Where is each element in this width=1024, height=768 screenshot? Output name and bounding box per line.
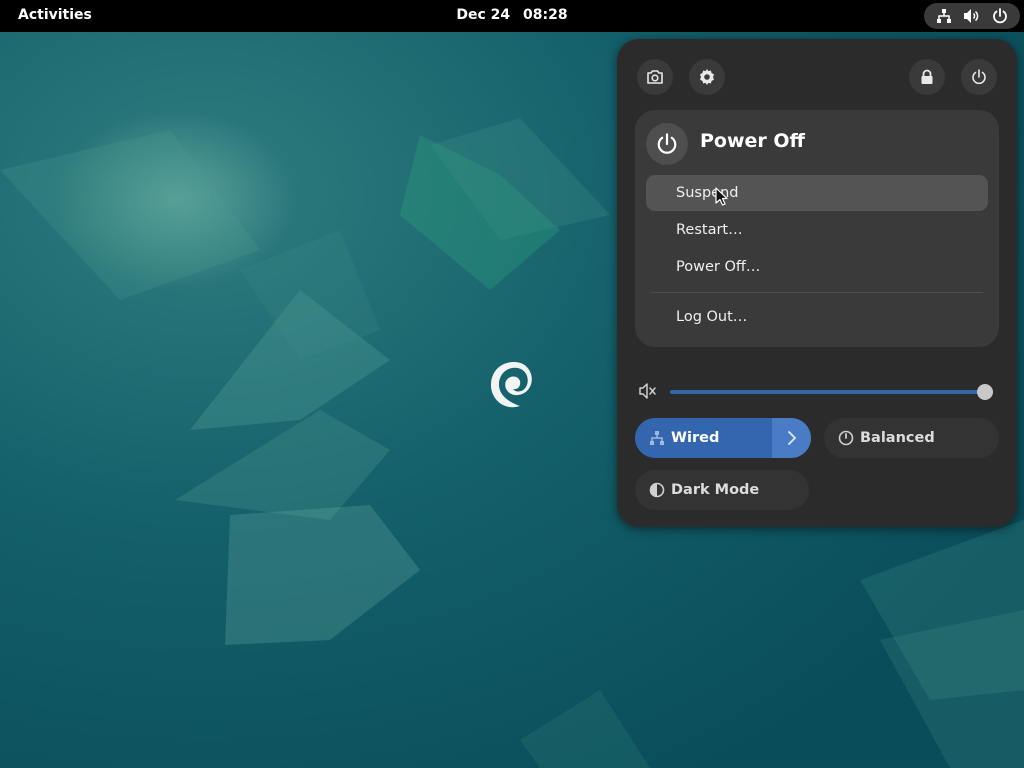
restart-menu-item[interactable]: Restart… xyxy=(646,212,988,248)
power-menu-button[interactable] xyxy=(961,59,997,95)
volume-slider-track[interactable] xyxy=(670,390,985,394)
quick-settings-panel: Power Off Suspend Restart… Power Off… Lo… xyxy=(617,39,1017,527)
lock-icon xyxy=(921,69,933,84)
system-tray[interactable] xyxy=(924,3,1020,29)
settings-button[interactable] xyxy=(689,59,725,95)
suspend-menu-item[interactable]: Suspend xyxy=(646,175,988,211)
wired-menu-arrow[interactable] xyxy=(772,418,811,458)
power-off-menu: Power Off Suspend Restart… Power Off… Lo… xyxy=(635,110,999,347)
network-wired-icon xyxy=(936,9,951,23)
screenshot-button[interactable] xyxy=(637,59,673,95)
clock-time: 08:28 xyxy=(523,7,568,23)
dark-mode-toggle[interactable]: Dark Mode xyxy=(635,470,809,510)
power-icon xyxy=(657,133,677,154)
power-off-menu-title: Power Off xyxy=(700,130,805,152)
power-mode-label: Balanced xyxy=(860,430,935,446)
power-profile-icon xyxy=(838,430,854,446)
chevron-right-icon xyxy=(787,431,796,445)
power-mode-toggle[interactable]: Balanced xyxy=(824,418,999,458)
power-off-header-icon xyxy=(646,123,688,165)
volume-icon xyxy=(963,9,979,23)
wired-toggle-label: Wired xyxy=(671,430,720,446)
volume-slider-handle[interactable] xyxy=(977,384,993,400)
power-off-menu-item[interactable]: Power Off… xyxy=(646,249,988,285)
menu-separator xyxy=(651,292,983,293)
clock-date: Dec 24 xyxy=(456,7,511,23)
dark-mode-icon xyxy=(649,482,665,498)
power-icon xyxy=(972,69,986,85)
clock[interactable]: Dec 24 08:28 xyxy=(0,7,1024,23)
log-out-menu-item[interactable]: Log Out… xyxy=(646,299,988,335)
wired-toggle-main[interactable]: Wired xyxy=(635,418,772,458)
power-icon xyxy=(993,8,1008,24)
top-bar: Activities Dec 24 08:28 xyxy=(0,0,1024,32)
mouse-pointer-icon xyxy=(715,187,728,206)
dark-mode-label: Dark Mode xyxy=(671,482,760,498)
screenshot-icon xyxy=(647,70,663,84)
volume-muted-icon[interactable] xyxy=(639,382,657,400)
lock-button[interactable] xyxy=(909,59,945,95)
settings-icon xyxy=(700,69,714,85)
network-wired-icon xyxy=(650,431,664,445)
wired-toggle[interactable]: Wired xyxy=(635,418,811,458)
